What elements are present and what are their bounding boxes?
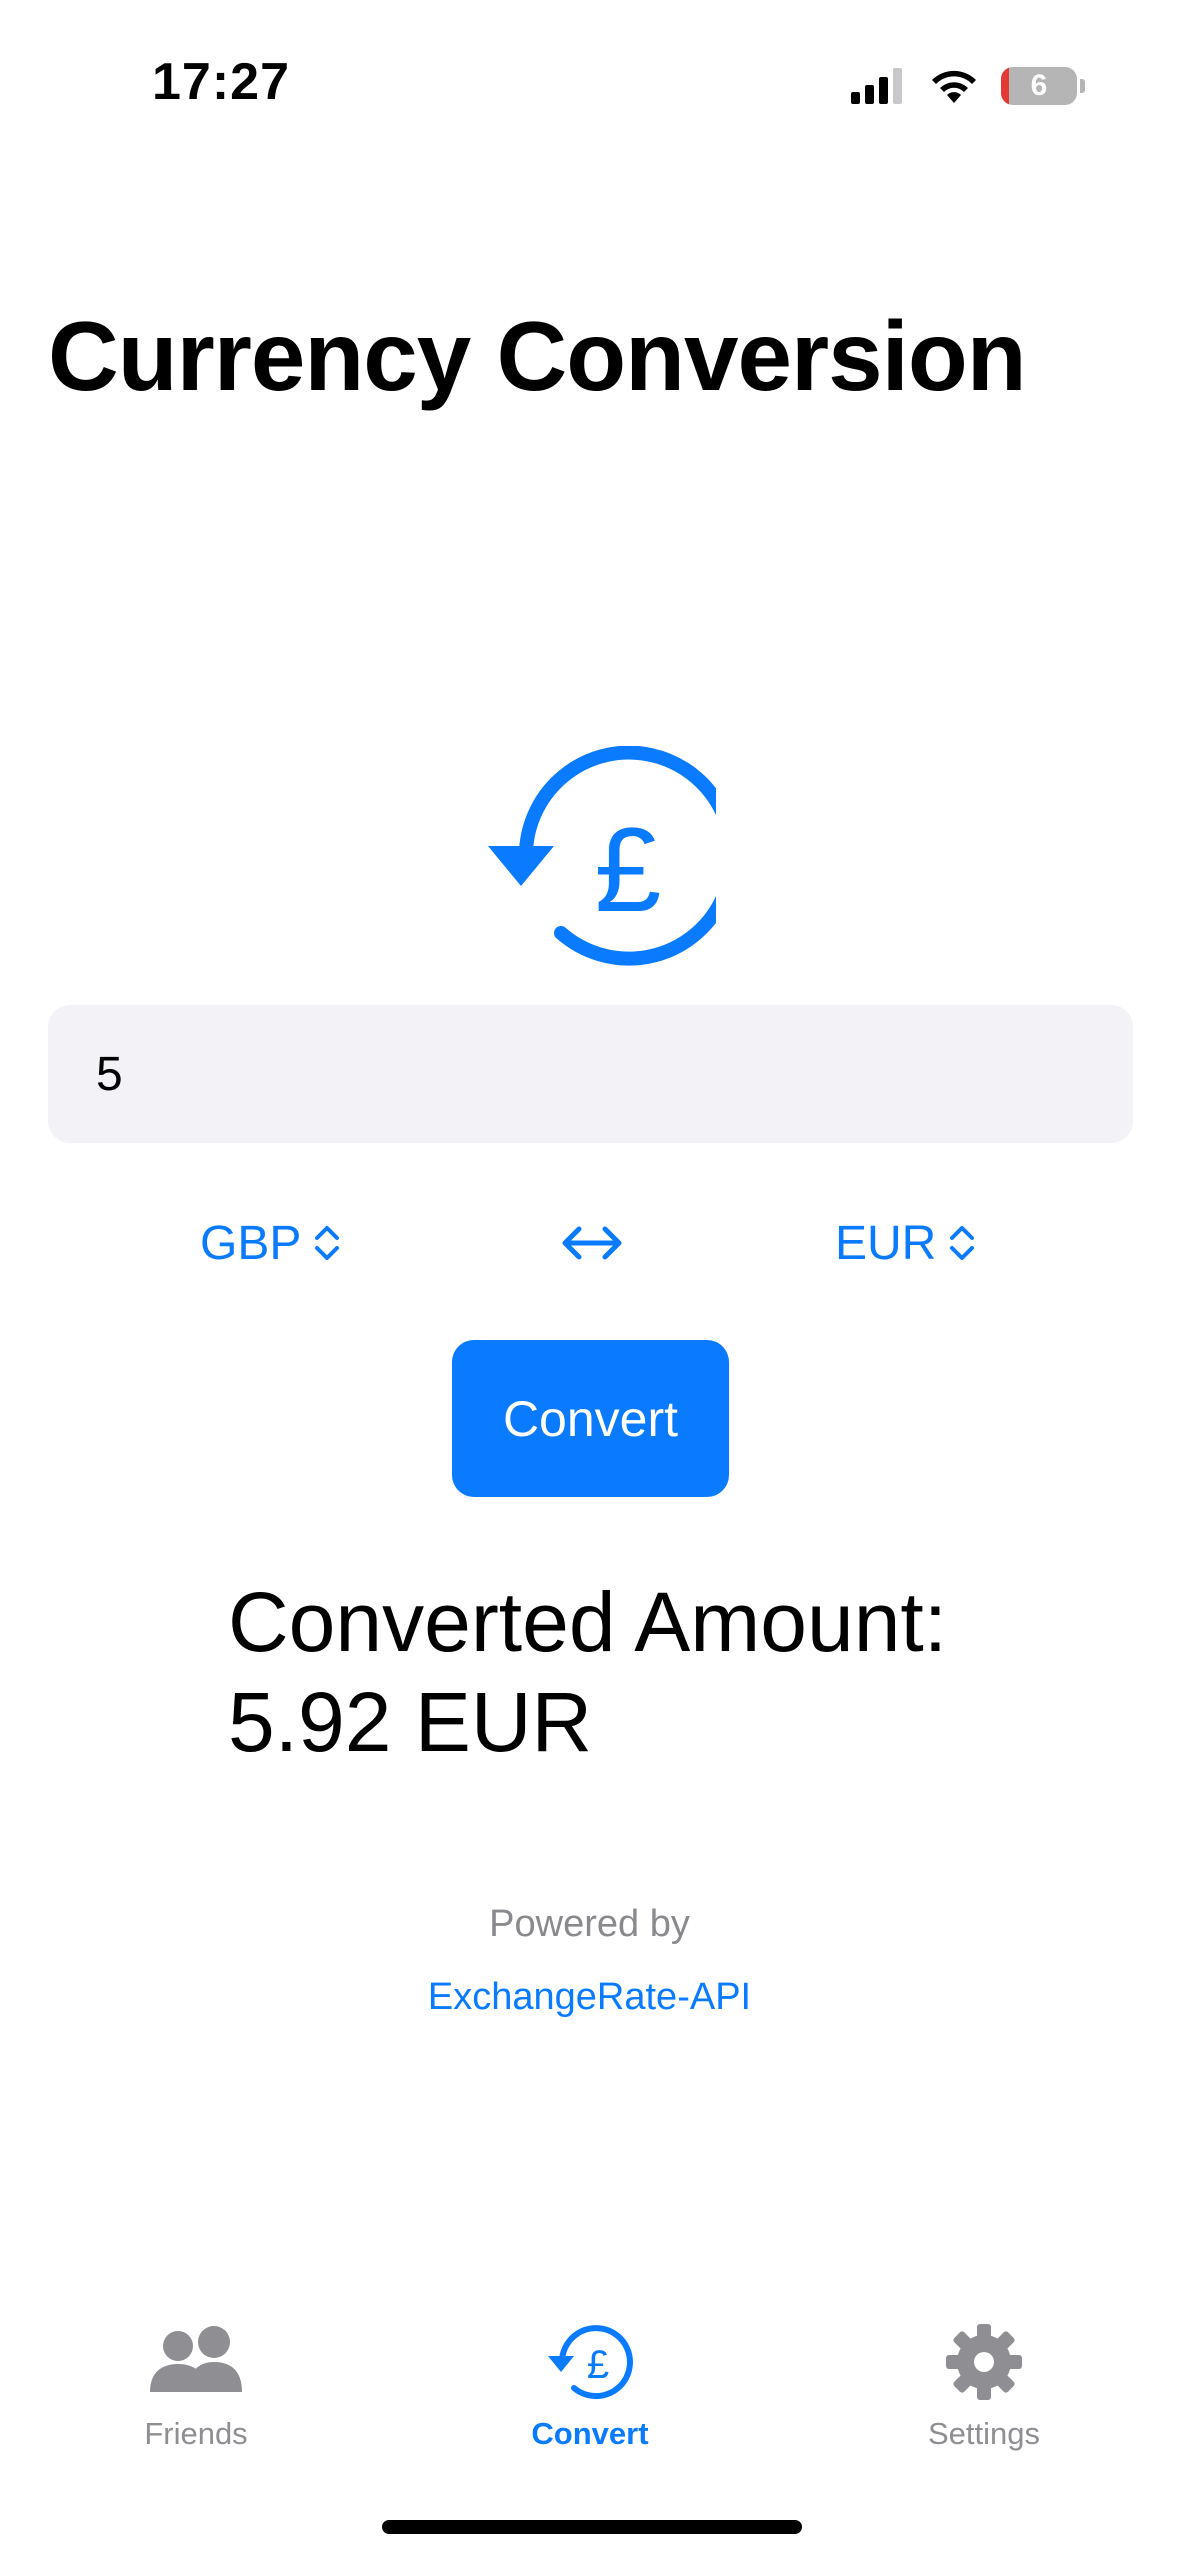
tab-settings-label: Settings <box>927 2416 1040 2451</box>
status-time: 17:27 <box>152 53 290 111</box>
exchangerate-api-link[interactable]: ExchangeRate-API <box>0 1976 1179 2019</box>
to-currency-label: EUR <box>835 1216 937 1270</box>
battery-level-text: 6 <box>1030 69 1048 102</box>
amount-input[interactable] <box>48 1005 1133 1143</box>
converted-amount-value: 5.92 EUR <box>228 1675 593 1769</box>
to-currency-picker[interactable]: EUR <box>835 1208 976 1278</box>
tab-friends-label: Friends <box>144 2416 248 2451</box>
battery-level-fill <box>1001 67 1009 105</box>
tab-settings[interactable]: Settings <box>859 2320 1109 2452</box>
converted-amount-label: Converted Amount: <box>228 1575 948 1669</box>
tab-friends[interactable]: Friends <box>71 2320 321 2452</box>
from-currency-label: GBP <box>200 1216 302 1270</box>
status-icons: 6 <box>851 60 1085 112</box>
powered-by-text: Powered by <box>489 1903 690 1945</box>
pound-sign-circle-arrow-icon: £ <box>548 2325 633 2400</box>
svg-text:£: £ <box>595 803 662 937</box>
converted-amount: Converted Amount: 5.92 EUR <box>228 1572 947 1772</box>
home-indicator <box>382 2520 802 2534</box>
tab-bar: Friends £ Convert Settings <box>0 2300 1179 2480</box>
gear-icon <box>946 2324 1022 2400</box>
battery-tip <box>1080 79 1085 93</box>
wifi-icon <box>932 70 976 103</box>
svg-text:£: £ <box>587 2343 609 2387</box>
left-right-arrow-icon[interactable] <box>561 1218 623 1268</box>
people-icon <box>150 2326 242 2392</box>
cellular-signal-icon <box>851 68 902 104</box>
status-bar: 17:27 6 <box>0 0 1179 160</box>
chevron-up-down-icon <box>315 1226 340 1260</box>
battery-icon: 6 <box>1001 67 1085 105</box>
tab-convert-label: Convert <box>531 2416 649 2451</box>
chevron-up-down-icon <box>950 1226 975 1260</box>
from-currency-picker[interactable]: GBP <box>200 1208 341 1278</box>
pound-sign-circle-arrow-icon: £ <box>488 746 716 966</box>
battery-body: 6 <box>1001 67 1077 105</box>
page-title: Currency Conversion <box>48 301 1027 411</box>
convert-button[interactable]: Convert <box>452 1340 729 1497</box>
tab-convert[interactable]: £ Convert <box>465 2320 715 2452</box>
